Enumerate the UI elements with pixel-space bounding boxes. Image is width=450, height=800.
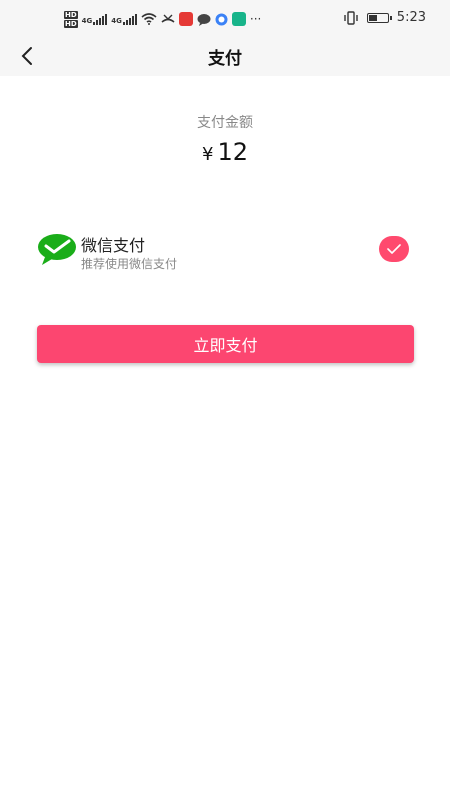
battery-icon	[366, 12, 392, 23]
signal-1: 4G	[81, 13, 108, 25]
wechat-icon	[38, 234, 76, 265]
amount-number: 12	[217, 138, 248, 166]
hd-indicators: HD HD	[64, 10, 78, 28]
selected-check-icon[interactable]	[379, 236, 409, 262]
signal-bars-icon	[93, 13, 108, 25]
pay-now-button[interactable]: 立即支付	[37, 325, 414, 363]
more-notifications-icon: ···	[249, 12, 262, 26]
payment-option-wechat[interactable]: 微信支付 推荐使用微信支付	[37, 228, 417, 274]
payment-method-name: 微信支付	[81, 236, 146, 255]
status-icons-left: HD HD 4G 4G ···	[64, 8, 261, 30]
signal-2: 4G	[111, 13, 137, 25]
network-type: 4G	[81, 16, 93, 25]
hd-icon: HD	[64, 19, 78, 28]
network-type: 4G	[111, 16, 122, 25]
status-icons-right: 5:23	[343, 10, 426, 25]
vibrate-icon	[344, 10, 358, 25]
hd-icon: HD	[64, 10, 78, 19]
currency-symbol: ¥	[202, 144, 214, 165]
nav-header: 支付	[0, 36, 450, 76]
amount-label: 支付金额	[197, 115, 253, 131]
wifi-icon	[141, 13, 157, 25]
app-notification-icon	[178, 12, 193, 26]
missed-call-icon	[161, 14, 175, 23]
amount-value: ¥12	[0, 138, 450, 166]
signal-bars-icon	[122, 13, 137, 25]
status-bar: HD HD 4G 4G ··· 5:23	[0, 0, 450, 36]
message-icon	[197, 13, 211, 26]
app-notification-icon	[215, 13, 228, 25]
payment-method-subtitle: 推荐使用微信支付	[81, 257, 178, 271]
clock: 5:23	[396, 10, 426, 25]
app-notification-icon	[231, 12, 246, 26]
checkmark-icon	[387, 244, 401, 254]
page-title: 支付	[208, 49, 242, 69]
